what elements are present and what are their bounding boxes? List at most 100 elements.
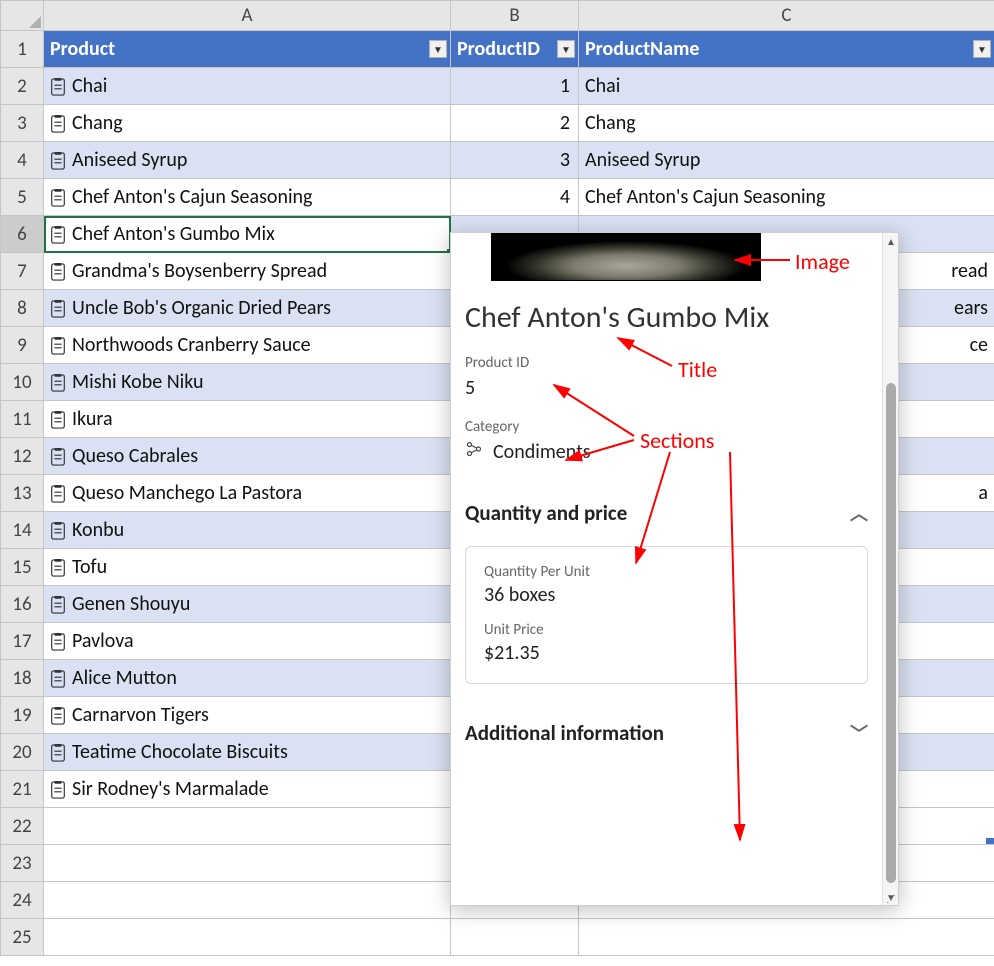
cell-product[interactable]: Mishi Kobe Niku [44,364,451,401]
row-header[interactable]: 18 [1,660,44,697]
row-header[interactable]: 24 [1,882,44,919]
cell-product[interactable]: Chef Anton's Cajun Seasoning [44,179,451,216]
row-header[interactable]: 6 [1,216,44,253]
data-type-icon[interactable] [50,337,66,355]
select-all-corner[interactable] [1,1,44,31]
cell-product[interactable]: Queso Cabrales [44,438,451,475]
cell-product-name[interactable]: Chang [579,105,994,142]
cell-product[interactable]: Chai [44,68,451,105]
empty-cell[interactable] [44,808,451,845]
data-type-icon[interactable] [50,263,66,281]
cell-product[interactable]: Chef Anton's Gumbo Mix [44,216,451,253]
row-header[interactable]: 15 [1,549,44,586]
row-header[interactable]: 8 [1,290,44,327]
row-header[interactable]: 9 [1,327,44,364]
cell-product-id[interactable]: 4 [451,179,579,216]
row-header[interactable]: 13 [1,475,44,512]
row-header[interactable]: 20 [1,734,44,771]
cell-product[interactable]: Northwoods Cranberry Sauce [44,327,451,364]
data-type-icon[interactable] [50,633,66,651]
cell-product-name[interactable]: Aniseed Syrup [579,142,994,179]
cell-product-id[interactable]: 2 [451,105,579,142]
data-type-icon[interactable] [50,707,66,725]
cell-product[interactable]: Queso Manchego La Pastora [44,475,451,512]
cell-product[interactable]: Sir Rodney's Marmalade [44,771,451,808]
row-header[interactable]: 22 [1,808,44,845]
row-header[interactable]: 23 [1,845,44,882]
empty-cell[interactable] [44,845,451,882]
data-type-icon[interactable] [50,152,66,170]
cell-product[interactable]: Tofu [44,549,451,586]
filter-dropdown-button[interactable]: ▼ [557,40,575,58]
table-header-cell[interactable]: ProductName▼ [579,31,994,68]
resize-grip-icon[interactable]: ⋰ [886,895,896,903]
linked-record-icon [465,440,483,464]
cell-product[interactable]: Carnarvon Tigers [44,697,451,734]
row-header[interactable]: 1 [1,31,44,68]
column-header-A[interactable]: A [44,1,451,31]
data-type-icon[interactable] [50,485,66,503]
row-header[interactable]: 4 [1,142,44,179]
row-header[interactable]: 7 [1,253,44,290]
data-type-icon[interactable] [50,189,66,207]
row-header[interactable]: 11 [1,401,44,438]
data-type-icon[interactable] [50,448,66,466]
cell-product[interactable]: Chang [44,105,451,142]
column-header-B[interactable]: B [451,1,579,31]
column-header-C[interactable]: C [579,1,994,31]
empty-cell[interactable] [44,882,451,919]
row-header[interactable]: 14 [1,512,44,549]
cell-text: Konbu [72,519,124,543]
cell-product-id[interactable]: 3 [451,142,579,179]
empty-cell[interactable] [579,919,994,956]
data-type-icon[interactable] [50,744,66,762]
scroll-thumb[interactable] [886,383,896,883]
cell-product[interactable]: Teatime Chocolate Biscuits [44,734,451,771]
row-header[interactable]: 16 [1,586,44,623]
data-type-icon[interactable] [50,300,66,318]
cell-product-name[interactable]: Chef Anton's Cajun Seasoning [579,179,994,216]
quantity-price-header[interactable]: Quantity and price ︿ [465,500,868,526]
data-type-icon[interactable] [50,596,66,614]
card-scrollbar[interactable]: ▲ ▼ [882,233,898,905]
data-type-icon[interactable] [50,374,66,392]
data-type-icon[interactable] [50,78,66,96]
data-type-icon[interactable] [50,522,66,540]
row-header[interactable]: 21 [1,771,44,808]
cell-product[interactable]: Alice Mutton [44,660,451,697]
cell-product[interactable]: Konbu [44,512,451,549]
cell-product-name[interactable]: Chai [579,68,994,105]
data-type-icon[interactable] [50,411,66,429]
data-type-icon[interactable] [50,670,66,688]
table-header-cell[interactable]: Product▼ [44,31,451,68]
data-type-icon[interactable] [50,781,66,799]
scroll-up-arrow-icon[interactable]: ▲ [883,233,899,249]
row-header[interactable]: 25 [1,919,44,956]
cell-product[interactable]: Pavlova [44,623,451,660]
row-header[interactable]: 10 [1,364,44,401]
cell-product-id[interactable]: 1 [451,68,579,105]
row-header[interactable]: 5 [1,179,44,216]
cell-product[interactable]: Uncle Bob's Organic Dried Pears [44,290,451,327]
filter-dropdown-button[interactable]: ▼ [973,40,991,58]
cell-product[interactable]: Ikura [44,401,451,438]
empty-cell[interactable] [451,919,579,956]
row-header[interactable]: 3 [1,105,44,142]
data-type-icon[interactable] [50,559,66,577]
filter-dropdown-button[interactable]: ▼ [429,40,447,58]
cell-text: Northwoods Cranberry Sauce [72,334,311,358]
data-type-icon[interactable] [50,115,66,133]
row-header[interactable]: 17 [1,623,44,660]
additional-info-header[interactable]: Additional information ﹀ [465,720,868,746]
cell-product[interactable]: Aniseed Syrup [44,142,451,179]
data-type-icon[interactable] [50,226,66,244]
table-header-cell[interactable]: ProductID▼ [451,31,579,68]
unit-price-value: $21.35 [484,641,849,665]
empty-cell[interactable] [44,919,451,956]
row-header[interactable]: 19 [1,697,44,734]
cell-product[interactable]: Grandma's Boysenberry Spread [44,253,451,290]
row-header[interactable]: 12 [1,438,44,475]
row-header[interactable]: 2 [1,68,44,105]
quantity-price-header-text: Quantity and price [465,500,627,526]
cell-product[interactable]: Genen Shouyu [44,586,451,623]
